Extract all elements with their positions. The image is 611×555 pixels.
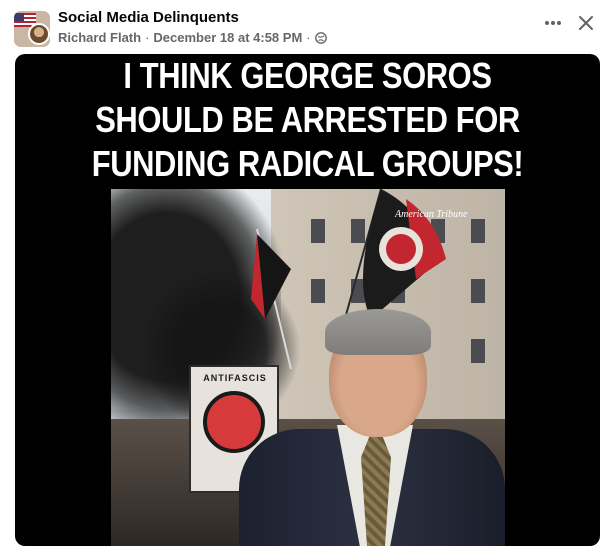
protest-photo: ANTIFASCIS American Tribune bbox=[111, 189, 505, 546]
globe-icon bbox=[314, 31, 327, 44]
man-in-suit bbox=[229, 299, 505, 546]
post-image[interactable]: I THINK GEORGE SOROS SHOULD BE ARRESTED … bbox=[15, 54, 600, 546]
caption-line: FUNDING RADICAL GROUPS! bbox=[91, 143, 524, 184]
caption-line: SHOULD BE ARRESTED FOR bbox=[95, 99, 520, 140]
close-post-button[interactable] bbox=[574, 11, 598, 35]
close-icon bbox=[579, 16, 593, 30]
group-name-link[interactable]: Social Media Delinquents bbox=[58, 9, 239, 26]
meta-separator: · bbox=[145, 30, 150, 45]
meta-separator-2: · bbox=[306, 30, 311, 45]
more-horizontal-icon bbox=[545, 21, 561, 25]
hair bbox=[325, 309, 431, 355]
post-meta: Richard Flath · December 18 at 4:58 PM · bbox=[58, 30, 327, 45]
meme-caption: I THINK GEORGE SOROS SHOULD BE ARRESTED … bbox=[56, 54, 559, 186]
caption-line: I THINK GEORGE SOROS bbox=[123, 55, 492, 96]
author-avatar[interactable] bbox=[28, 23, 50, 45]
more-options-button[interactable] bbox=[540, 12, 566, 34]
author-name-link[interactable]: Richard Flath bbox=[58, 30, 141, 45]
watermark: American Tribune bbox=[395, 209, 468, 220]
post-timestamp-link[interactable]: December 18 at 4:58 PM bbox=[153, 30, 302, 45]
facebook-post-card: Social Media Delinquents Richard Flath ·… bbox=[0, 0, 611, 555]
